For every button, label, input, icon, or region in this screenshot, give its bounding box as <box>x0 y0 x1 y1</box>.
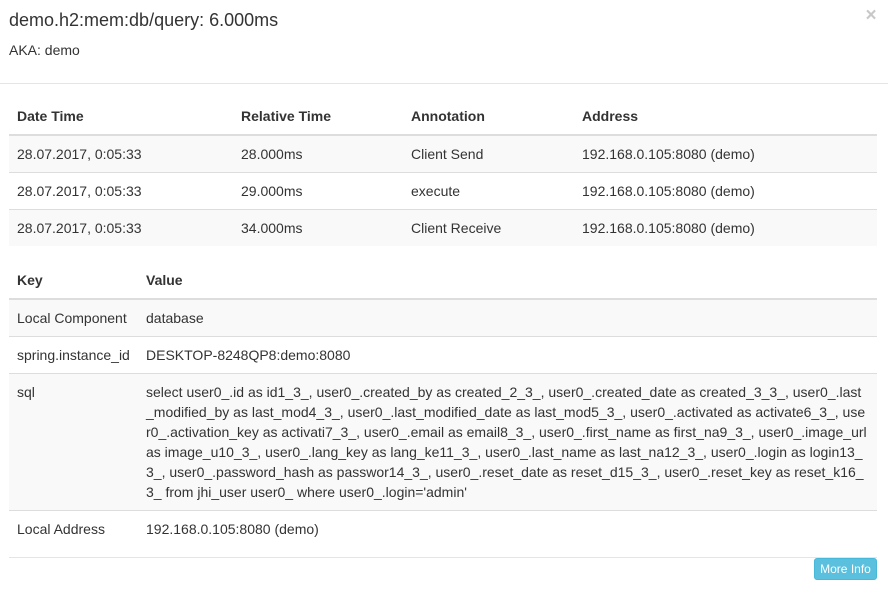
date-time-cell: 28.07.2017, 0:05:33 <box>9 172 233 210</box>
footer-divider <box>9 557 877 558</box>
close-icon[interactable]: × <box>862 6 880 26</box>
more-info-button[interactable]: More Info <box>814 558 877 580</box>
tag-row: Local Address 192.168.0.105:8080 (demo) <box>9 510 877 547</box>
relative-time-cell: 28.000ms <box>233 135 403 173</box>
column-header: Date Time <box>9 98 233 136</box>
date-time-cell: 28.07.2017, 0:05:33 <box>9 209 233 246</box>
sql-value-cell: select user0_.id as id1_3_, user0_.creat… <box>138 373 877 511</box>
annotation-row: 28.07.2017, 0:05:33 29.000ms execute 192… <box>9 172 877 210</box>
tags-table: Key Value Local Component database sprin… <box>9 262 877 547</box>
column-header: Relative Time <box>233 98 403 136</box>
address-cell: 192.168.0.105:8080 (demo) <box>574 135 877 173</box>
tag-key-cell: spring.instance_id <box>9 336 138 374</box>
tag-value-cell: DESKTOP-8248QP8:demo:8080 <box>138 336 877 374</box>
tag-value-cell: 192.168.0.105:8080 (demo) <box>138 510 877 547</box>
tag-value-cell: database <box>138 299 877 337</box>
annotations-header-row: Date Time Relative Time Annotation Addre… <box>9 98 877 136</box>
annotation-row: 28.07.2017, 0:05:33 28.000ms Client Send… <box>9 135 877 173</box>
annotations-table: Date Time Relative Time Annotation Addre… <box>9 98 877 246</box>
annotation-cell: Client Receive <box>403 209 574 246</box>
tag-key-cell: Local Address <box>9 510 138 547</box>
column-header: Key <box>9 262 138 300</box>
annotation-cell: Client Send <box>403 135 574 173</box>
address-cell: 192.168.0.105:8080 (demo) <box>574 172 877 210</box>
tag-row: spring.instance_id DESKTOP-8248QP8:demo:… <box>9 336 877 374</box>
address-cell: 192.168.0.105:8080 (demo) <box>574 209 877 246</box>
tag-row: sql select user0_.id as id1_3_, user0_.c… <box>9 373 877 511</box>
modal-title: demo.h2:mem:db/query: 6.000ms <box>9 10 279 30</box>
service-aka: AKA: demo <box>9 42 80 58</box>
date-time-cell: 28.07.2017, 0:05:33 <box>9 135 233 173</box>
relative-time-cell: 34.000ms <box>233 209 403 246</box>
tag-row: Local Component database <box>9 299 877 337</box>
annotation-cell: execute <box>403 172 574 210</box>
annotation-row: 28.07.2017, 0:05:33 34.000ms Client Rece… <box>9 209 877 246</box>
column-header: Value <box>138 262 877 300</box>
modal-header: demo.h2:mem:db/query: 6.000ms AKA: demo … <box>0 0 888 84</box>
tags-header-row: Key Value <box>9 262 877 300</box>
column-header: Address <box>574 98 877 136</box>
tag-key-cell: Local Component <box>9 299 138 337</box>
relative-time-cell: 29.000ms <box>233 172 403 210</box>
column-header: Annotation <box>403 98 574 136</box>
tag-key-cell: sql <box>9 373 138 511</box>
